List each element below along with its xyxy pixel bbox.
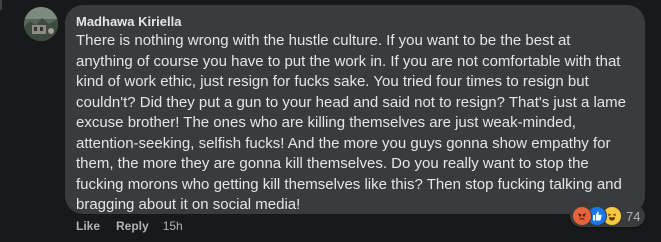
angry-reaction-icon: [572, 206, 592, 226]
comment-line: fucking morons who getting kill themselv…: [76, 175, 622, 193]
comment-timestamp[interactable]: 15h: [163, 219, 183, 233]
reply-button[interactable]: Reply: [116, 219, 149, 233]
reaction-count: 74: [626, 208, 641, 224]
comment-line: excuse brother! The ones who are killing…: [76, 114, 576, 131]
comment-line: There is nothing wrong with the hustle c…: [76, 32, 571, 49]
reaction-summary[interactable]: 74: [570, 205, 646, 227]
like-button[interactable]: Like: [76, 219, 100, 233]
comment-line: bragging about it on social media!: [76, 196, 301, 213]
comment-actions: Like Reply 15h: [76, 219, 183, 233]
comment-bubble: Madhawa Kiriella There is nothing wrong …: [65, 5, 645, 214]
comment-line: attention-seeking, selfish fucks! And th…: [76, 134, 611, 152]
comment-line: anything of course you have to put the w…: [76, 52, 621, 70]
avatar[interactable]: [24, 7, 58, 41]
comment-body: There is nothing wrong with the hustle c…: [76, 31, 636, 216]
comment-author-name[interactable]: Madhawa Kiriella: [76, 14, 181, 29]
comment-line: couldn't? Did they put a gun to your hea…: [76, 93, 626, 111]
comment-line: kind of work ethic, just resign for fuck…: [76, 73, 589, 90]
avatar-photo-icon: [24, 7, 58, 41]
thread-connector-line: [0, 0, 2, 10]
comment-thread: Madhawa Kiriella There is nothing wrong …: [0, 0, 661, 242]
comment-line: them, the more they are gonna kill thems…: [76, 155, 589, 172]
